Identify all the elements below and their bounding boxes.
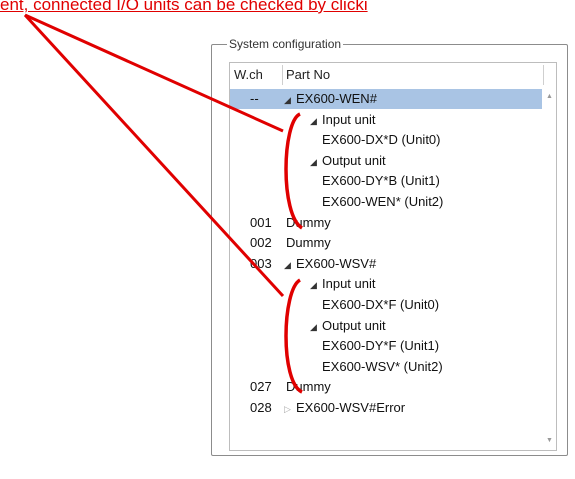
row-part-no: EX600-WEN* (Unit2) xyxy=(322,194,444,209)
row-wch: 001 xyxy=(250,214,272,230)
row-wch: 027 xyxy=(250,379,272,395)
row-part-no: EX600-WEN# xyxy=(296,91,377,106)
tree-row[interactable]: ◢ Output unit xyxy=(230,151,542,171)
row-part-no: Input unit xyxy=(322,111,376,127)
tree-row[interactable]: EX600-WEN* (Unit2) xyxy=(230,192,542,212)
tree-row[interactable]: EX600-WSV* (Unit2) xyxy=(230,357,542,377)
row-part-no: Output unit xyxy=(322,152,386,168)
triangle-expanded-icon[interactable]: ◢ xyxy=(310,275,319,295)
row-part-no: EX600-WSV#Error xyxy=(296,400,406,415)
column-divider[interactable] xyxy=(282,65,283,85)
row-wch: 002 xyxy=(250,235,272,251)
tree-row[interactable]: ◢ Output unit xyxy=(230,316,542,336)
tree-row[interactable]: -- ◢ EX600-WEN# xyxy=(230,89,542,109)
row-part-no: Output unit xyxy=(322,317,386,333)
annotation-caption: ent, connected I/O units can be checked … xyxy=(0,0,368,14)
triangle-expanded-icon[interactable]: ◢ xyxy=(310,152,319,172)
row-part-no: EX600-DX*D (Unit0) xyxy=(322,132,441,148)
row-part-no: EX600-WSV# xyxy=(296,255,377,271)
panel-title: System configuration xyxy=(227,37,344,51)
row-part-no: Dummy xyxy=(286,214,331,230)
tree-row[interactable]: EX600-DX*D (Unit0) xyxy=(230,130,542,150)
row-part-no: EX600-WSV* (Unit2) xyxy=(322,358,443,374)
configuration-tree-view[interactable]: W.ch Part No -- ◢ EX600-WEN# ◢ Input unit EX6… xyxy=(229,62,557,451)
scroll-down-icon[interactable]: ▼ xyxy=(546,437,553,444)
tree-row[interactable]: EX600-DX*F (Unit0) xyxy=(230,295,542,315)
tree-row[interactable]: 027 Dummy xyxy=(230,377,542,397)
tree-row[interactable]: 003 ◢ EX600-WSV# xyxy=(230,254,542,274)
tree-row[interactable]: 028 ▷ EX600-WSV#Error xyxy=(230,398,542,418)
tree-row[interactable]: 001 Dummy xyxy=(230,213,542,233)
tree-header: W.ch Part No xyxy=(230,63,546,87)
row-part-no: Input unit xyxy=(322,276,376,292)
triangle-collapsed-icon[interactable]: ▷ xyxy=(284,399,293,419)
vertical-scrollbar[interactable]: ▲ ▼ xyxy=(545,87,555,449)
tree-row[interactable]: ◢ Input unit xyxy=(230,110,542,130)
column-divider[interactable] xyxy=(543,65,544,85)
row-part-no: Dummy xyxy=(286,235,331,251)
triangle-expanded-icon[interactable]: ◢ xyxy=(310,111,319,131)
column-header-part-no[interactable]: Part No xyxy=(286,63,330,87)
triangle-expanded-icon[interactable]: ◢ xyxy=(284,255,293,275)
scroll-up-icon[interactable]: ▲ xyxy=(546,93,553,100)
tree-row[interactable]: 002 Dummy xyxy=(230,233,542,253)
triangle-expanded-icon[interactable]: ◢ xyxy=(310,317,319,337)
row-part-no: Dummy xyxy=(286,379,331,395)
tree-row[interactable]: ◢ Input unit xyxy=(230,274,542,294)
triangle-expanded-icon[interactable]: ◢ xyxy=(284,90,293,110)
row-part-no: EX600-DY*B (Unit1) xyxy=(322,173,440,189)
column-header-wch[interactable]: W.ch xyxy=(234,63,263,87)
row-part-no: EX600-DY*F (Unit1) xyxy=(322,338,440,354)
tree-row[interactable]: EX600-DY*B (Unit1) xyxy=(230,171,542,191)
row-part-no: EX600-DX*F (Unit0) xyxy=(322,297,440,312)
tree-row[interactable]: EX600-DY*F (Unit1) xyxy=(230,336,542,356)
